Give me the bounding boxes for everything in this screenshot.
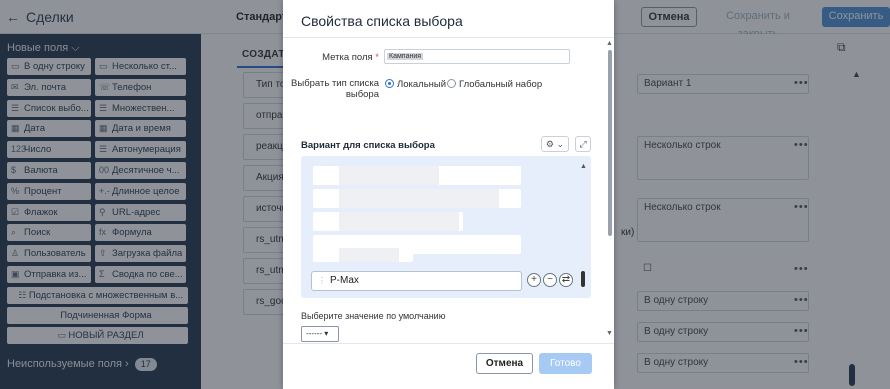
footer-divider [283, 343, 614, 344]
radio-selected-icon [385, 79, 394, 88]
expand-button[interactable]: ⤢ [575, 136, 591, 152]
redacted-block [339, 189, 499, 208]
radio-local[interactable]: Локальный [385, 79, 446, 90]
default-value-label: Выберите значение по умолчанию [301, 311, 446, 321]
remove-option-button[interactable]: − [543, 273, 557, 287]
chevron-down-icon: ⌄ [556, 139, 565, 149]
scroll-up-icon[interactable]: ▲ [606, 40, 613, 47]
list-type-caption: Выбрать тип списка выбора [291, 78, 379, 100]
gear-icon: ⚙ [545, 139, 554, 149]
divider [283, 37, 614, 38]
picklist-properties-dialog: Свойства списка выбора Метка поля * Камп… [283, 0, 614, 389]
option-value: P-Max [330, 275, 359, 286]
default-value-text: ------ [306, 329, 322, 338]
field-label-text: Метка поля [322, 52, 373, 63]
dialog-scroll-thumb[interactable] [608, 50, 612, 236]
field-label-caption: Метка поля * [303, 52, 379, 63]
option-input[interactable]: ⋮ P-Max [311, 271, 522, 291]
field-label-value: Кампания [387, 53, 424, 60]
list-scroll-up-icon[interactable]: ▲ [580, 163, 587, 170]
list-type-caption-line2: выбора [345, 89, 379, 100]
required-marker: * [375, 52, 379, 63]
add-option-button[interactable]: + [527, 273, 541, 287]
dialog-scrollbar[interactable]: ▲ ▼ [606, 40, 613, 337]
radio-global-label: Глобальный набор [459, 79, 543, 90]
options-list: ▲ ⋮ P-Max + − ⇄ [301, 156, 591, 298]
options-settings-button[interactable]: ⚙ ⌄ [541, 136, 569, 152]
redacted-block [339, 212, 459, 231]
options-section-title: Вариант для списка выбора [301, 140, 435, 151]
field-label-input[interactable]: Кампания [384, 49, 570, 64]
list-scrollbar[interactable] [581, 271, 585, 287]
expand-icon: ⤢ [579, 139, 587, 149]
drag-handle-icon[interactable]: ⋮ [318, 276, 326, 285]
dialog-done-button[interactable]: Готово [539, 353, 592, 374]
swap-option-button[interactable]: ⇄ [559, 273, 573, 287]
default-value-select[interactable]: ------ ▾ [301, 326, 339, 342]
dialog-cancel-button[interactable]: Отмена [476, 353, 533, 374]
caret-down-icon: ▾ [324, 329, 329, 338]
list-type-caption-line1: Выбрать тип списка [291, 78, 379, 89]
scroll-down-icon[interactable]: ▼ [606, 330, 613, 337]
radio-global[interactable]: Глобальный набор [447, 79, 542, 90]
radio-local-label: Локальный [397, 79, 447, 90]
redacted-block [339, 166, 439, 185]
radio-unselected-icon [447, 79, 456, 88]
redacted-block [339, 248, 399, 262]
dialog-title: Свойства списка выбора [301, 13, 463, 29]
